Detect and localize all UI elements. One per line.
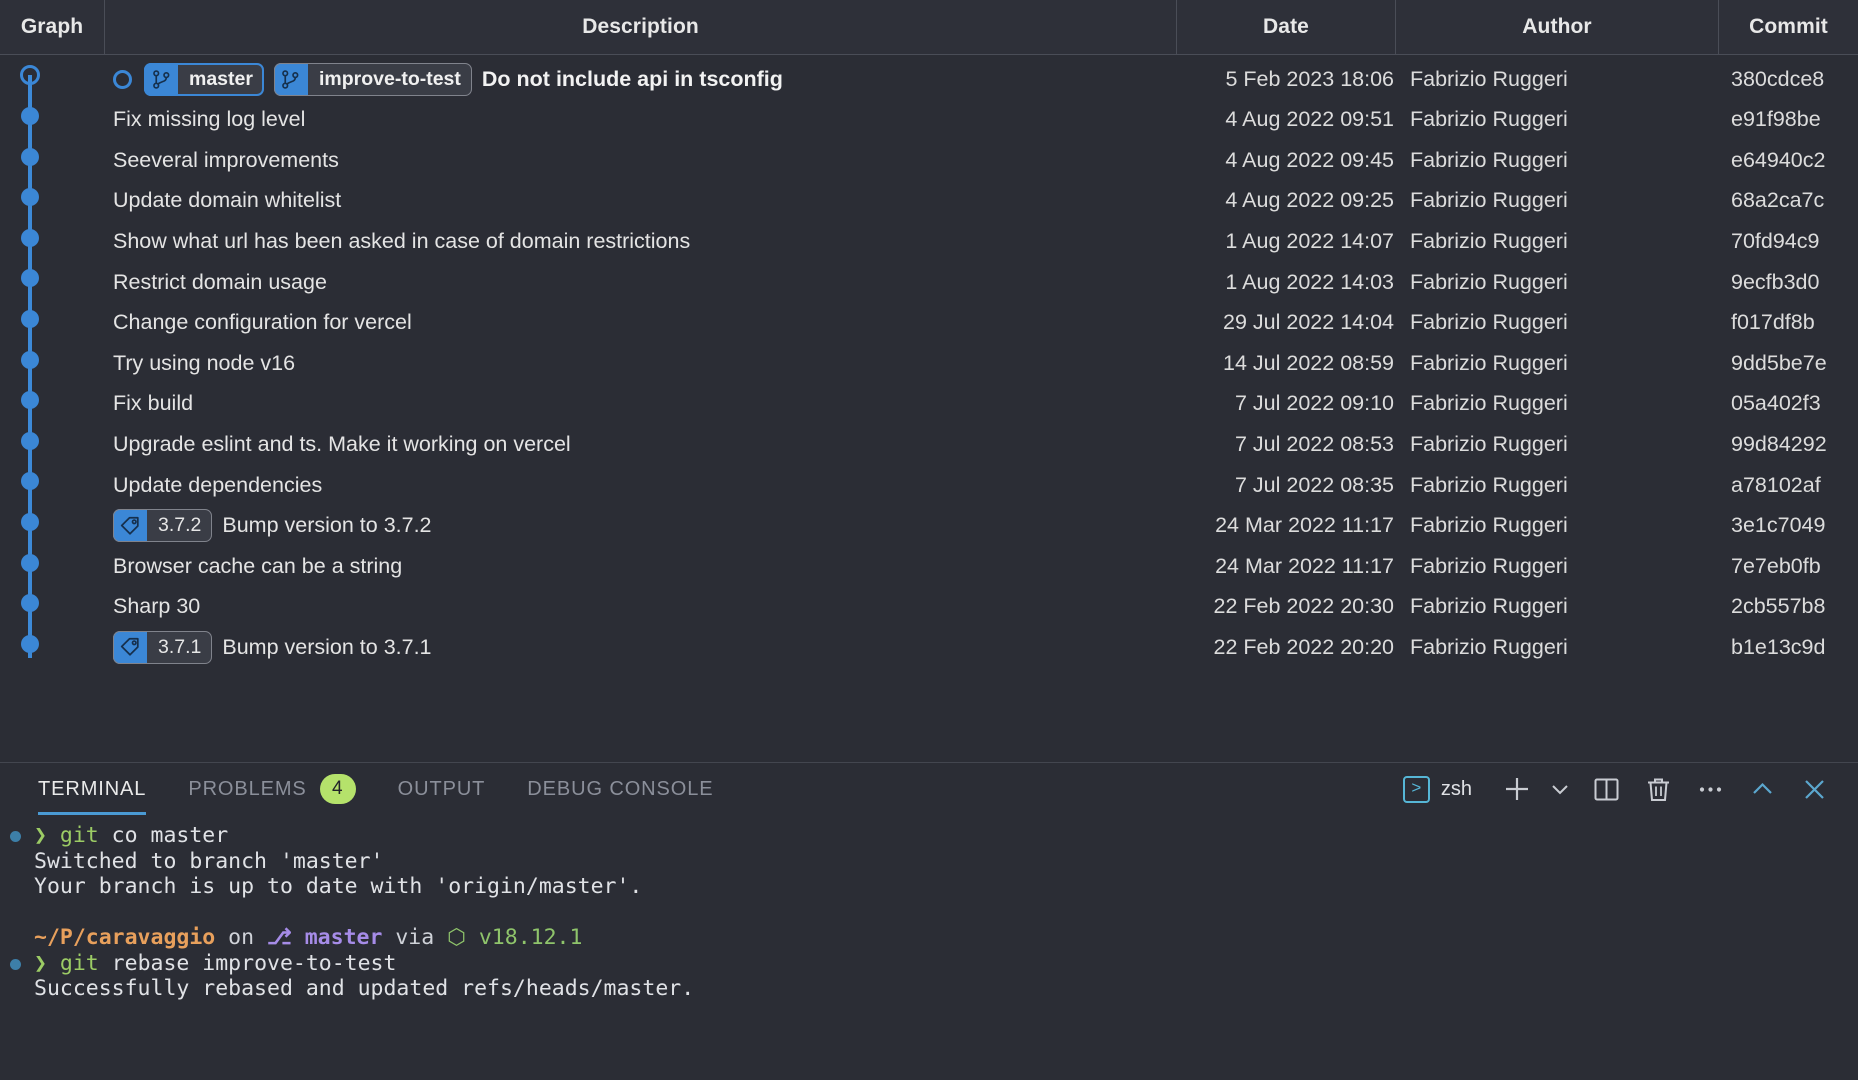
ref-label: improve-to-test bbox=[307, 62, 472, 96]
commit-message: Update domain whitelist bbox=[113, 188, 342, 213]
panel-tab-label: TERMINAL bbox=[38, 777, 147, 800]
command-status-dot-icon bbox=[10, 958, 21, 970]
terminal-prompt-icon: > bbox=[1402, 775, 1430, 803]
commit-message: Bump version to 3.7.1 bbox=[222, 634, 432, 659]
terminal-text: v18.12.1 bbox=[478, 925, 583, 950]
commit-row[interactable]: 3.7.1 Bump version to 3.7.1 22 Feb 2022 20… bbox=[0, 623, 1858, 671]
terminal-text: Successfully rebased and updated refs/he… bbox=[34, 976, 695, 1001]
tag-icon-wrap bbox=[113, 509, 147, 543]
terminal-output-line: Your branch is up to date with 'origin/m… bbox=[0, 874, 1858, 900]
panel-action-bar: > zsh bbox=[1402, 763, 1840, 815]
chevron-down-icon bbox=[1552, 785, 1568, 795]
commit-message: Browser cache can be a string bbox=[113, 553, 403, 578]
commit-message: Fix build bbox=[113, 391, 194, 416]
commit-description-cell: 3.7.1 Bump version to 3.7.1 bbox=[113, 623, 432, 671]
column-header-graph[interactable]: Graph bbox=[0, 0, 104, 54]
head-indicator-icon bbox=[113, 69, 132, 89]
terminal-shell-indicator[interactable]: > zsh bbox=[1402, 763, 1494, 815]
commit-list: master improve-to-test Do not include api … bbox=[0, 55, 1858, 762]
commit-message: Bump version to 3.7.2 bbox=[222, 513, 432, 538]
terminal-text: ~/P/caravaggio bbox=[34, 925, 216, 950]
commit-message: Do not include api in tsconfig bbox=[481, 66, 783, 91]
ellipsis-icon bbox=[1699, 786, 1721, 792]
ref-label: 3.7.1 bbox=[147, 630, 213, 664]
tag-badge[interactable]: 3.7.2 bbox=[113, 509, 213, 543]
close-icon bbox=[1804, 779, 1824, 799]
terminal-output[interactable]: ❯ git co master Switched to branch 'maste… bbox=[0, 815, 1858, 1080]
tag-icon bbox=[120, 516, 139, 535]
ref-label: 3.7.2 bbox=[147, 509, 213, 543]
commit-author-cell: Fabrizio Ruggeri bbox=[1410, 634, 1568, 659]
branch-badge[interactable]: improve-to-test bbox=[273, 62, 472, 96]
tag-icon bbox=[120, 638, 139, 657]
panel-tab-label: PROBLEMS bbox=[188, 777, 307, 800]
column-header-author[interactable]: Author bbox=[1396, 0, 1718, 54]
maximize-panel-button[interactable] bbox=[1736, 763, 1788, 815]
git-graph-panel: Graph Description Date Author Commit mas… bbox=[0, 0, 1858, 762]
commit-message: Upgrade eslint and ts. Make it working o… bbox=[113, 431, 571, 456]
terminal-text: master bbox=[304, 925, 383, 950]
terminal-text: ⬡ bbox=[447, 925, 479, 950]
panel-tab-output[interactable]: OUTPUT bbox=[398, 763, 486, 815]
terminal-text: ❯ bbox=[34, 823, 60, 848]
terminal-text: rebase improve-to-test bbox=[98, 950, 397, 976]
branch-icon bbox=[282, 69, 299, 89]
trash-icon bbox=[1647, 778, 1669, 801]
commit-message: Restrict domain usage bbox=[113, 269, 327, 294]
commit-message: Update dependencies bbox=[113, 472, 323, 497]
panel-tab-terminal[interactable]: TERMINAL bbox=[38, 763, 147, 815]
terminal-command-line: ❯ git co master bbox=[0, 823, 1858, 849]
terminal-text: via bbox=[382, 925, 448, 950]
close-panel-button[interactable] bbox=[1788, 763, 1840, 815]
split-terminal-button[interactable] bbox=[1580, 763, 1632, 815]
commit-message: Try using node v16 bbox=[113, 350, 296, 375]
panel-tab-debug-console[interactable]: DEBUG CONSOLE bbox=[527, 763, 713, 815]
terminal-command-line: ❯ git rebase improve-to-test bbox=[0, 951, 1858, 977]
ref-label: master bbox=[178, 62, 264, 96]
terminal-text: Your branch is up to date with 'origin/m… bbox=[34, 874, 643, 899]
terminal-text: Switched to branch 'master' bbox=[34, 848, 384, 874]
column-header-date[interactable]: Date bbox=[1177, 0, 1395, 54]
commit-message: Show what url has been asked in case of … bbox=[113, 228, 691, 253]
command-status-dot-icon bbox=[10, 831, 21, 842]
terminal-output-line: ~/P/caravaggio on ⎇ master via ⬡ v18.12.… bbox=[0, 925, 1858, 951]
problems-count-badge: 4 bbox=[319, 774, 356, 804]
bottom-panel: TERMINAL PROBLEMS 4 OUTPUT DEBUG CONSOLE > z… bbox=[0, 762, 1858, 1080]
split-panel-icon bbox=[1594, 778, 1618, 800]
panel-tab-label: OUTPUT bbox=[397, 777, 486, 800]
commit-date-cell: 22 Feb 2022 20:20 bbox=[1213, 634, 1394, 659]
terminal-text: git bbox=[59, 823, 99, 848]
branch-icon bbox=[152, 69, 169, 89]
terminal-text: git bbox=[59, 950, 99, 976]
commit-message: Seeveral improvements bbox=[113, 147, 339, 172]
terminal-output-line: Successfully rebased and updated refs/he… bbox=[0, 976, 1858, 1002]
tag-icon-wrap bbox=[113, 630, 147, 664]
terminal-text: ❯ bbox=[34, 950, 60, 976]
new-terminal-button[interactable] bbox=[1494, 763, 1540, 815]
panel-tab-problems[interactable]: PROBLEMS 4 bbox=[188, 763, 356, 815]
kill-terminal-button[interactable] bbox=[1632, 763, 1684, 815]
branch-icon-wrap bbox=[273, 62, 308, 96]
plus-icon bbox=[1506, 778, 1528, 800]
terminal-text: on bbox=[215, 925, 267, 950]
panel-tab-label: DEBUG CONSOLE bbox=[527, 777, 714, 800]
commit-message: Change configuration for vercel bbox=[113, 310, 412, 335]
terminal-text: co master bbox=[98, 823, 229, 848]
more-actions-button[interactable] bbox=[1684, 763, 1736, 815]
terminal-shell-label: zsh bbox=[1440, 777, 1472, 800]
branch-icon-wrap bbox=[144, 62, 178, 96]
commit-message: Fix missing log level bbox=[113, 107, 306, 132]
tag-badge[interactable]: 3.7.1 bbox=[113, 630, 213, 664]
terminal-output-line: Switched to branch 'master' bbox=[0, 849, 1858, 875]
git-graph-header: Graph Description Date Author Commit bbox=[0, 0, 1858, 55]
commit-hash-cell: b1e13c9d bbox=[1731, 634, 1826, 659]
terminal-profile-dropdown-button[interactable] bbox=[1540, 763, 1580, 815]
terminal-text: ⎇ bbox=[267, 925, 305, 950]
chevron-up-icon bbox=[1752, 782, 1772, 794]
column-header-description[interactable]: Description bbox=[105, 0, 1176, 54]
branch-badge-current[interactable]: master bbox=[144, 62, 264, 96]
commit-message: Sharp 30 bbox=[113, 594, 201, 619]
column-header-commit[interactable]: Commit bbox=[1719, 0, 1858, 54]
